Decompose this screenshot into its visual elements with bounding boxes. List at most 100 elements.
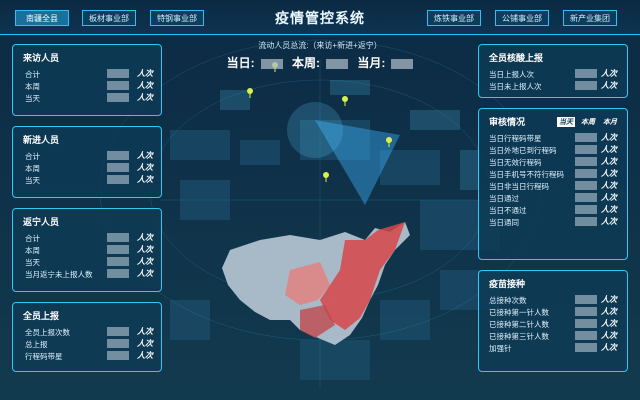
item-label: 合计 xyxy=(25,70,40,79)
item-label: 总接种次数 xyxy=(489,296,527,305)
masked-value xyxy=(575,169,597,178)
masked-value xyxy=(107,269,129,278)
item-unit: 人次 xyxy=(601,307,617,316)
list-item: 当日通过 人次 xyxy=(479,192,627,204)
list-item: 当日行程码带星 人次 xyxy=(479,132,627,144)
list-item: 当天 人次 xyxy=(13,256,161,268)
tab-plate[interactable]: 板材事业部 xyxy=(82,10,136,26)
item-unit: 人次 xyxy=(601,331,617,340)
list-item: 合计 人次 xyxy=(13,68,161,80)
map-pin-icon[interactable] xyxy=(386,137,392,147)
masked-value xyxy=(575,193,597,202)
map-pin-icon[interactable] xyxy=(323,172,329,182)
masked-value xyxy=(575,205,597,214)
review-panel: 审核情况 当天 本周 本月 当日行程码带星 人次 当日外地已到行程码 人次 当日无效… xyxy=(478,108,628,260)
col-header-today[interactable]: 当天 xyxy=(557,117,575,127)
item-unit: 人次 xyxy=(137,257,153,266)
masked-value xyxy=(107,81,129,90)
full-report-panel: 全员上报 全员上报次数 人次 总上报 人次 行程码带星 人次 xyxy=(12,302,162,372)
tab-special-steel[interactable]: 特钢事业部 xyxy=(150,10,204,26)
list-item: 当日非当日行程码 人次 xyxy=(479,180,627,192)
item-label: 总上报 xyxy=(25,340,48,349)
item-label: 已接种第二针人数 xyxy=(489,320,549,329)
item-label: 当日通同 xyxy=(489,218,519,227)
map-pin-icon[interactable] xyxy=(247,88,253,98)
list-item: 合计 人次 xyxy=(13,150,161,162)
col-header-month[interactable]: 本月 xyxy=(603,117,617,127)
list-item: 当日上报人次 人次 xyxy=(479,68,627,80)
masked-value xyxy=(575,69,597,78)
list-item: 已接种第三针人数 人次 xyxy=(479,330,627,342)
item-unit: 人次 xyxy=(601,69,617,78)
item-label: 已接种第三针人数 xyxy=(489,332,549,341)
item-label: 当日手机号不符行程码 xyxy=(489,170,564,179)
tab-new-industry[interactable]: 新产业集团 xyxy=(563,10,617,26)
list-item: 当日无效行程码 人次 xyxy=(479,156,627,168)
item-unit: 人次 xyxy=(601,145,617,154)
top-bar: 南疆全县 板材事业部 特钢事业部 疫情管控系统 炼铁事业部 公铺事业部 新产业集… xyxy=(0,0,640,35)
item-unit: 人次 xyxy=(601,343,617,352)
masked-value xyxy=(575,319,597,328)
item-unit: 人次 xyxy=(601,81,617,90)
masked-value xyxy=(107,69,129,78)
item-label: 当日上报人次 xyxy=(489,70,534,79)
item-label: 本周 xyxy=(25,82,40,91)
col-header-week[interactable]: 本周 xyxy=(581,117,595,127)
item-unit: 人次 xyxy=(137,81,153,90)
item-label: 当天 xyxy=(25,176,40,185)
masked-value xyxy=(575,343,597,352)
list-item: 当日通同 人次 xyxy=(479,216,627,228)
item-unit: 人次 xyxy=(601,193,617,202)
item-unit: 人次 xyxy=(601,169,617,178)
tab-ironmaking[interactable]: 炼铁事业部 xyxy=(427,10,481,26)
masked-value xyxy=(326,58,348,69)
totals-caption: 流动人员总流:（来访+新进+返宁） xyxy=(258,41,382,50)
item-label: 当日行程码带星 xyxy=(489,134,542,143)
list-item: 当天 人次 xyxy=(13,92,161,104)
today-label: 当日: xyxy=(226,56,255,70)
list-item: 当日外地已到行程码 人次 xyxy=(479,144,627,156)
item-label: 行程码带星 xyxy=(25,352,63,361)
item-unit: 人次 xyxy=(137,269,153,278)
masked-value xyxy=(107,175,129,184)
totals-summary: 流动人员总流:（来访+新进+返宁） 当日: 本周: 当月: xyxy=(220,40,420,71)
masked-value xyxy=(391,58,414,69)
item-label: 当日外地已到行程码 xyxy=(489,146,557,155)
masked-value xyxy=(575,157,597,166)
panel-title: 全员核酸上报 xyxy=(489,53,544,63)
masked-value xyxy=(575,81,597,90)
item-unit: 人次 xyxy=(137,163,153,172)
masked-value xyxy=(575,181,597,190)
map-pin-icon[interactable] xyxy=(342,96,348,106)
new-staff-panel: 新进人员 合计 人次 本周 人次 当天 人次 xyxy=(12,126,162,198)
masked-value xyxy=(107,93,129,102)
masked-value xyxy=(107,233,129,242)
tab-public[interactable]: 公铺事业部 xyxy=(495,10,549,26)
masked-value xyxy=(107,163,129,172)
masked-value xyxy=(107,151,129,160)
item-unit: 人次 xyxy=(137,69,153,78)
returnees-panel: 返宁人员 合计 人次 本周 人次 当天 人次 当月返宁未上报人数 人次 xyxy=(12,208,162,292)
item-unit: 人次 xyxy=(137,351,153,360)
item-label: 当日非当日行程码 xyxy=(489,182,549,191)
masked-value xyxy=(575,217,597,226)
list-item: 当天 人次 xyxy=(13,174,161,186)
item-label: 当月返宁未上报人数 xyxy=(25,270,93,279)
item-unit: 人次 xyxy=(601,157,617,166)
item-label: 当日不通过 xyxy=(489,206,527,215)
list-item: 全员上报次数 人次 xyxy=(13,326,161,338)
item-unit: 人次 xyxy=(137,175,153,184)
list-item: 当日手机号不符行程码 人次 xyxy=(479,168,627,180)
tab-nanjiang[interactable]: 南疆全县 xyxy=(15,10,69,26)
masked-value xyxy=(107,257,129,266)
list-item: 当日未上报人次 人次 xyxy=(479,80,627,92)
vaccination-panel: 疫苗接种 总接种次数 人次 已接种第一针人数 人次 已接种第二针人数 人次 已接种第三… xyxy=(478,270,628,372)
item-unit: 人次 xyxy=(601,319,617,328)
masked-value xyxy=(575,295,597,304)
item-unit: 人次 xyxy=(137,151,153,160)
list-item: 合计 人次 xyxy=(13,232,161,244)
list-item: 总接种次数 人次 xyxy=(479,294,627,306)
item-label: 合计 xyxy=(25,152,40,161)
page-title: 疫情管控系统 xyxy=(275,10,365,26)
item-label: 当日无效行程码 xyxy=(489,158,542,167)
